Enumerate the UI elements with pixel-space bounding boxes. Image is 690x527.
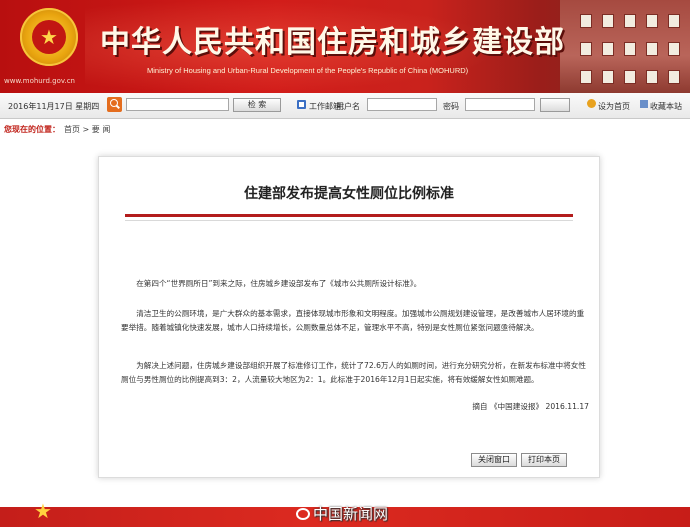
search-icon[interactable] <box>107 97 122 112</box>
login-button[interactable] <box>540 98 570 112</box>
close-window-button[interactable]: 关闭窗口 <box>471 453 517 467</box>
password-label: 密码 <box>443 102 459 111</box>
breadcrumb-label: 您现在的位置： <box>4 125 60 134</box>
username-input[interactable] <box>367 98 437 111</box>
watermark-text: 中国新闻网 <box>313 505 389 523</box>
watermark: 中国新闻网 <box>296 503 388 524</box>
breadcrumb-path[interactable]: 首页 > 要 闻 <box>64 125 110 134</box>
favorite-icon <box>640 100 648 108</box>
site-url: www.mohurd.gov.cn <box>4 77 75 85</box>
set-home-link[interactable]: 设为首页 <box>598 101 630 112</box>
building-photo <box>560 0 690 93</box>
home-icon <box>587 99 596 108</box>
print-page-button[interactable]: 打印本页 <box>521 453 567 467</box>
article-paragraph: 在第四个“世界厕所日”到来之际，住房城乡建设部发布了《城市公共厕所设计标准》。 <box>136 279 422 288</box>
title-divider-thin <box>125 220 573 221</box>
weibo-icon <box>296 508 310 520</box>
username-label: 用户名 <box>336 102 360 111</box>
mail-icon <box>297 100 306 109</box>
article-title: 住建部发布提高女性厕位比例标准 <box>244 186 454 202</box>
search-input[interactable] <box>126 98 229 111</box>
breadcrumb: 您现在的位置： 首页 > 要 闻 <box>4 124 110 135</box>
national-emblem-icon: ★ <box>20 8 78 66</box>
star-icon: ★ <box>34 499 52 523</box>
article-source: 摘自 《中国建设报》 2016.11.17 <box>472 402 589 411</box>
article-paragraph: 为解决上述问题，住房城乡建设部组织开展了标准修订工作，统计了72.6万人的如厕时… <box>121 361 586 384</box>
title-divider <box>125 214 573 217</box>
site-title-english: Ministry of Housing and Urban-Rural Deve… <box>147 66 469 75</box>
add-favorite-link[interactable]: 收藏本站 <box>650 101 682 112</box>
site-title: 中华人民共和国住房和城乡建设部 <box>100 25 565 60</box>
password-input[interactable] <box>465 98 535 111</box>
search-button[interactable]: 检 索 <box>233 98 281 112</box>
top-toolbar: 2016年11月17日 星期四 检 索 工作邮箱： 用户名 密码 设为首页 收藏… <box>0 93 690 119</box>
header-banner: ★ www.mohurd.gov.cn 中华人民共和国住房和城乡建设部 Mini… <box>0 0 690 93</box>
article-paragraph: 清洁卫生的公厕环境，是广大群众的基本需求，直接体现城市形象和文明程度。加强城市公… <box>121 309 585 332</box>
article-frame: 住建部发布提高女性厕位比例标准 在第四个“世界厕所日”到来之际，住房城乡建设部发… <box>98 156 600 478</box>
current-date: 2016年11月17日 星期四 <box>8 102 100 111</box>
